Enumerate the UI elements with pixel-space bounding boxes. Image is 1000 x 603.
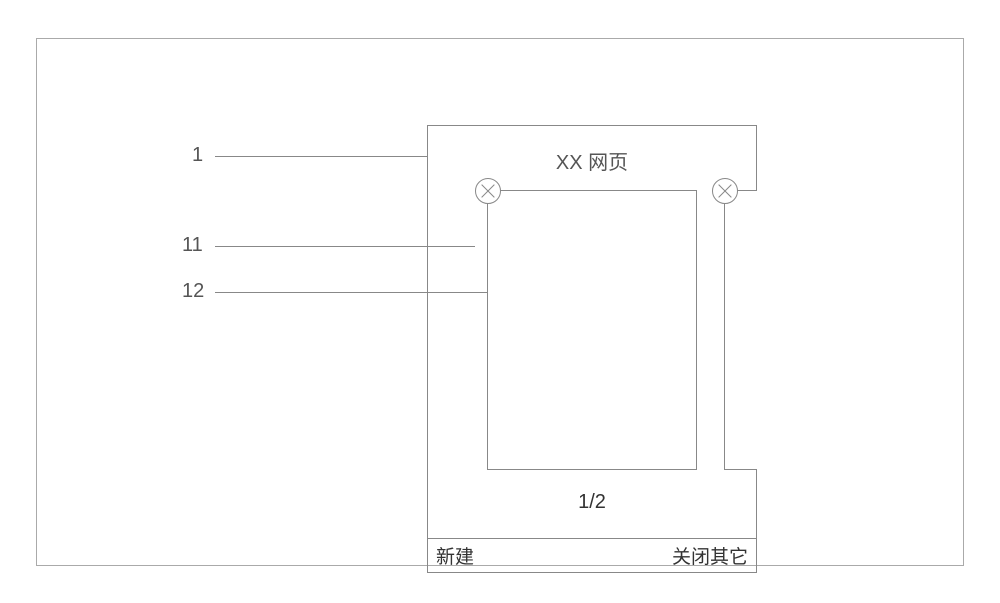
callout-label-11: 11 xyxy=(182,234,203,257)
callout-label-12: 12 xyxy=(182,280,204,303)
callout-label-1: 1 xyxy=(192,144,203,167)
leader-line-1 xyxy=(215,156,427,157)
webpage-thumbnail-1[interactable] xyxy=(487,190,697,470)
new-button[interactable]: 新建 xyxy=(436,542,474,569)
close-others-button[interactable]: 关闭其它 xyxy=(672,542,748,569)
page-counter: 1/2 xyxy=(428,491,756,514)
webpage-thumbnail-2[interactable] xyxy=(724,190,757,470)
phone-screen-frame: XX 网页 1/2 新建 关闭其它 xyxy=(427,125,757,573)
page-title: XX 网页 xyxy=(428,146,756,175)
close-icon[interactable] xyxy=(475,178,501,204)
close-icon[interactable] xyxy=(712,178,738,204)
outer-frame: 1 11 12 XX 网页 1/2 新建 关闭其它 xyxy=(36,38,964,566)
bottom-toolbar: 新建 关闭其它 xyxy=(428,538,756,572)
